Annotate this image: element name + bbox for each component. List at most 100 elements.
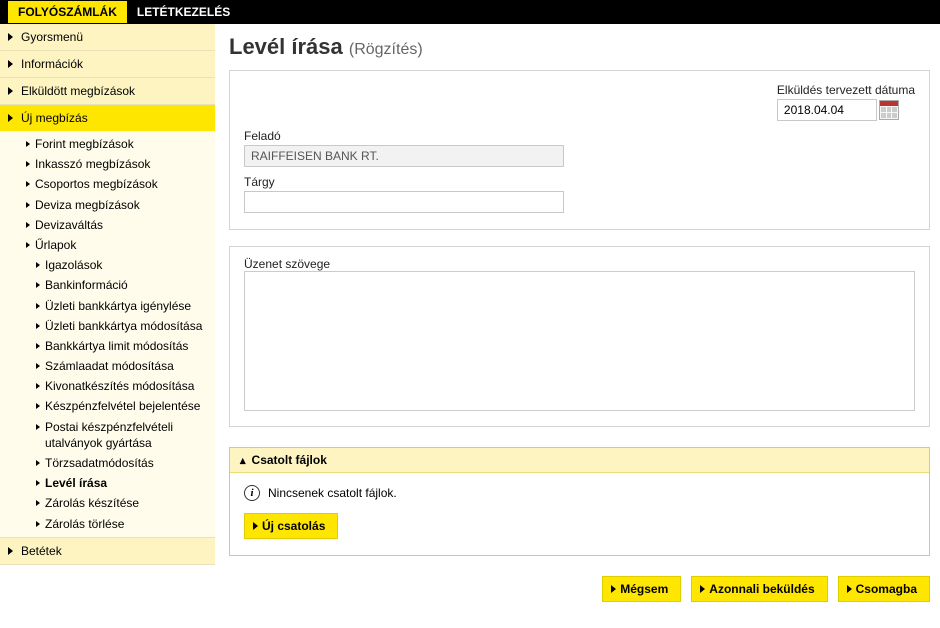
caret-icon xyxy=(36,460,40,466)
targy-input[interactable] xyxy=(244,191,564,213)
sidebar-sub-label: Forint megbízások xyxy=(35,136,134,152)
sidebar-sub2-igazolasok[interactable]: Igazolások xyxy=(32,255,215,275)
sidebar-sub2-zarolas-keszitese[interactable]: Zárolás készítése xyxy=(32,493,215,513)
caret-icon xyxy=(36,480,40,486)
sidebar-sub-deviza[interactable]: Deviza megbízások xyxy=(22,195,215,215)
sidebar-sub-label: Inkasszó megbízások xyxy=(35,156,150,172)
sidebar-sub-label: Törzsadatmódosítás xyxy=(45,455,154,471)
caret-icon xyxy=(700,585,705,593)
sidebar-sub-label: Üzleti bankkártya módosítása xyxy=(45,318,202,334)
sidebar: Gyorsmenü Információk Elküldött megbízás… xyxy=(0,24,215,622)
sidebar-sub2-bankinfo[interactable]: Bankinformáció xyxy=(32,275,215,295)
sidebar-item-gyorsmenu[interactable]: Gyorsmenü xyxy=(0,24,215,50)
page-title: Levél írása (Rögzítés) xyxy=(229,34,930,60)
button-label: Csomagba xyxy=(856,582,917,596)
chevron-right-icon xyxy=(8,33,13,41)
sidebar-label: Betétek xyxy=(21,544,62,558)
caret-icon xyxy=(36,521,40,527)
caret-icon xyxy=(26,222,30,228)
sidebar-sub-csoportos[interactable]: Csoportos megbízások xyxy=(22,174,215,194)
caret-icon xyxy=(847,585,852,593)
sidebar-sub2-szamla-mod[interactable]: Számlaadat módosítása xyxy=(32,356,215,376)
sidebar-item-elkuldott[interactable]: Elküldött megbízások xyxy=(0,78,215,104)
caret-icon xyxy=(36,343,40,349)
attachments-header[interactable]: ▴ Csatolt fájlok xyxy=(230,448,929,473)
sidebar-sub2-bankkartya-limit[interactable]: Bankkártya limit módosítás xyxy=(32,336,215,356)
date-input[interactable] xyxy=(777,99,877,121)
sidebar-sub2-postai[interactable]: Postai készpénzfelvételi utalványok gyár… xyxy=(32,417,215,453)
caret-icon xyxy=(36,323,40,329)
sidebar-sub-label: Űrlapok xyxy=(35,237,76,253)
sidebar-sub-label: Üzleti bankkártya igénylése xyxy=(45,298,191,314)
caret-icon xyxy=(36,363,40,369)
sidebar-label: Új megbízás xyxy=(21,111,88,125)
caret-icon xyxy=(26,181,30,187)
sidebar-label: Gyorsmenü xyxy=(21,30,83,44)
sidebar-sub-label: Zárolás készítése xyxy=(45,495,139,511)
sidebar-sub2-zarolas-torlese[interactable]: Zárolás törlése xyxy=(32,514,215,534)
sidebar-sub-forint[interactable]: Forint megbízások xyxy=(22,134,215,154)
calendar-icon[interactable] xyxy=(879,100,899,120)
send-now-button[interactable]: Azonnali beküldés xyxy=(691,576,827,602)
caret-icon xyxy=(36,424,40,430)
sidebar-item-informaciok[interactable]: Információk xyxy=(0,51,215,77)
sidebar-sub-label: Igazolások xyxy=(45,257,102,273)
new-attachment-button[interactable]: Új csatolás xyxy=(244,513,338,539)
page-subtitle: (Rögzítés) xyxy=(349,41,423,58)
sidebar-item-betetek[interactable]: Betétek xyxy=(0,538,215,564)
sidebar-sub-label: Deviza megbízások xyxy=(35,197,140,213)
sidebar-sub2-keszpenz[interactable]: Készpénzfelvétel bejelentése xyxy=(32,396,215,416)
caret-icon xyxy=(36,262,40,268)
sidebar-sub2-torzs[interactable]: Törzsadatmódosítás xyxy=(32,453,215,473)
caret-icon xyxy=(36,500,40,506)
package-button[interactable]: Csomagba xyxy=(838,576,930,602)
targy-label: Tárgy xyxy=(244,175,574,189)
caret-icon xyxy=(36,403,40,409)
caret-icon xyxy=(253,522,258,530)
form-panel: Feladó Tárgy Elküldés tervezett dátuma xyxy=(229,70,930,230)
sidebar-sub-label: Levél írása xyxy=(45,475,107,491)
caret-icon xyxy=(36,303,40,309)
sidebar-sub-label: Számlaadat módosítása xyxy=(45,358,174,374)
chevron-right-icon xyxy=(8,60,13,68)
sidebar-sub-label: Bankinformáció xyxy=(45,277,128,293)
top-nav: FOLYÓSZÁMLÁK LETÉTKEZELÉS xyxy=(0,0,940,24)
sidebar-sub2-kivonat[interactable]: Kivonatkészítés módosítása xyxy=(32,376,215,396)
info-icon: i xyxy=(244,485,260,501)
sidebar-sub-devizavaltas[interactable]: Devizaváltás xyxy=(22,215,215,235)
caret-icon xyxy=(36,383,40,389)
button-label: Új csatolás xyxy=(262,519,325,533)
sidebar-sub-label: Csoportos megbízások xyxy=(35,176,158,192)
caret-icon xyxy=(36,282,40,288)
attachments-panel: ▴ Csatolt fájlok i Nincsenek csatolt fáj… xyxy=(229,447,930,556)
cancel-button[interactable]: Mégsem xyxy=(602,576,681,602)
sidebar-sub-label: Zárolás törlése xyxy=(45,516,124,532)
caret-icon xyxy=(26,202,30,208)
caret-icon xyxy=(611,585,616,593)
sidebar-item-uj-megbizas[interactable]: Új megbízás xyxy=(0,105,215,131)
uzenet-textarea[interactable] xyxy=(244,271,915,411)
attachments-title: Csatolt fájlok xyxy=(252,453,327,467)
sidebar-label: Elküldött megbízások xyxy=(21,84,135,98)
button-label: Mégsem xyxy=(620,582,668,596)
sidebar-sub2-level-irasa[interactable]: Levél írása xyxy=(32,473,215,493)
attachments-empty-info: i Nincsenek csatolt fájlok. xyxy=(244,485,915,501)
topnav-tab-folyoszamlak[interactable]: FOLYÓSZÁMLÁK xyxy=(8,1,127,23)
sidebar-sub-inkasszo[interactable]: Inkasszó megbízások xyxy=(22,154,215,174)
sidebar-sub-label: Készpénzfelvétel bejelentése xyxy=(45,398,200,414)
chevron-right-icon xyxy=(8,547,13,555)
button-label: Azonnali beküldés xyxy=(709,582,814,596)
sidebar-sub-label: Postai készpénzfelvételi utalványok gyár… xyxy=(45,419,211,451)
date-label: Elküldés tervezett dátuma xyxy=(777,83,915,97)
chevron-up-icon: ▴ xyxy=(240,454,246,467)
sidebar-label: Információk xyxy=(21,57,83,71)
felado-label: Feladó xyxy=(244,129,574,143)
caret-icon xyxy=(26,141,30,147)
topnav-tab-letetkezeles[interactable]: LETÉTKEZELÉS xyxy=(127,1,240,23)
action-bar: Mégsem Azonnali beküldés Csomagba xyxy=(229,576,930,602)
sidebar-sub-label: Devizaváltás xyxy=(35,217,103,233)
sidebar-sub2-uzleti-mod[interactable]: Üzleti bankkártya módosítása xyxy=(32,316,215,336)
sidebar-sub2-uzleti-igeny[interactable]: Üzleti bankkártya igénylése xyxy=(32,296,215,316)
page-title-text: Levél írása xyxy=(229,34,343,59)
sidebar-sub-urlapok[interactable]: Űrlapok xyxy=(22,235,215,255)
